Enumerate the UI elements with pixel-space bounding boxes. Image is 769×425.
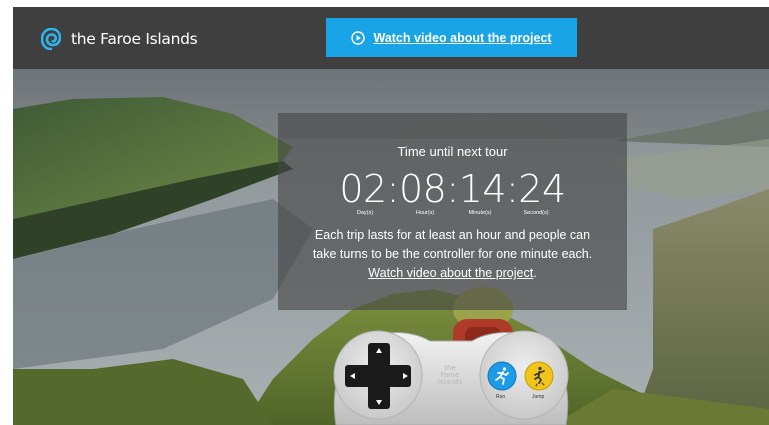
countdown-title: Time until next tour (397, 144, 508, 159)
dpad-right-icon[interactable] (401, 372, 409, 380)
unit-minutes: Minute(s) (468, 210, 492, 216)
link-suffix: . (533, 266, 537, 280)
spiral-logo-icon (41, 28, 61, 50)
countdown-description: Each trip lasts for at least an hour and… (278, 226, 627, 283)
watch-video-button-label: Watch video about the project (373, 30, 552, 45)
description-line-2: take turns to be the controller for one … (312, 247, 593, 261)
run-button-label: Run (496, 394, 506, 400)
watch-video-button[interactable]: Watch video about the project (326, 18, 577, 57)
header-bar: the Faroe Islands Watch video about the … (13, 7, 769, 69)
unit-days: Day(s) (356, 210, 374, 216)
dpad-down-icon[interactable] (375, 398, 383, 406)
game-controller: the Faroe Islands Run Jump (330, 327, 572, 425)
watch-video-link[interactable]: Watch video about the project (368, 266, 533, 280)
countdown-timer: 02:08:14:24 (339, 167, 566, 211)
run-button[interactable] (487, 361, 517, 391)
countdown-panel: Time until next tour 02:08:14:24 Day(s) … (278, 113, 627, 310)
dpad-up-icon[interactable] (375, 347, 383, 355)
site-logo[interactable]: the Faroe Islands (41, 25, 198, 53)
play-circle-icon (351, 30, 366, 45)
page: the Faroe Islands Watch video about the … (0, 0, 769, 425)
description-line-3: Watch video about the project. (278, 264, 627, 283)
brand-line-3: Islands (437, 378, 463, 386)
jump-button-label: Jump (532, 394, 545, 400)
unit-seconds: Second(s) (523, 210, 549, 216)
description-line-1: Each trip lasts for at least an hour and… (314, 228, 591, 242)
jump-button[interactable] (524, 361, 554, 391)
controller-brand: the Faroe Islands (434, 365, 466, 386)
logo-text: the Faroe Islands (71, 30, 198, 48)
unit-hours: Hour(s) (415, 210, 435, 216)
dpad-left-icon[interactable] (349, 372, 357, 380)
